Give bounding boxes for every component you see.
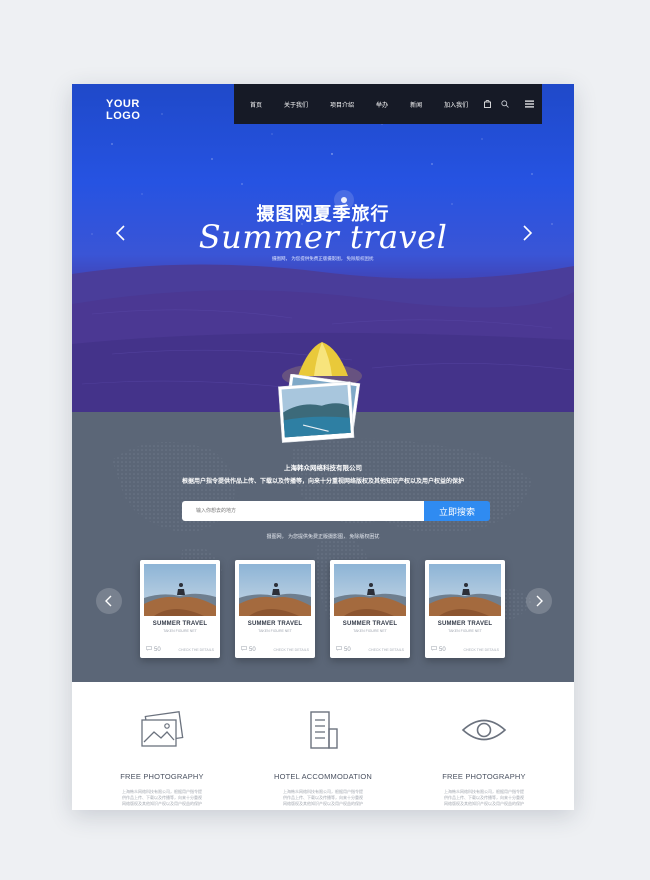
comment-icon [336, 646, 342, 653]
card-subtitle: TAKEN FIGURE NET [448, 629, 482, 633]
feature-title: FREE PHOTOGRAPHY [120, 772, 204, 781]
photo-stack-image [278, 374, 361, 443]
chevron-left-icon[interactable] [114, 224, 128, 242]
travel-card[interactable]: SUMMER TRAVEL TAKEN FIGURE NET 50 CHECK THE… [235, 560, 315, 658]
card-title: SUMMER TRAVEL [152, 621, 208, 627]
card-details-link[interactable]: CHECK THE DETAILS [274, 648, 309, 652]
top-navbar: 首页 关于我们 项目介绍 举办 新闻 加入我们 [234, 84, 542, 124]
card-subtitle: TAKEN FIGURE NET [163, 629, 197, 633]
company-name: 上海韩众网络科技有限公司 [284, 465, 362, 472]
nav-home[interactable]: 首页 [250, 100, 262, 109]
card-count-value: 50 [249, 646, 256, 653]
feature-title: FREE PHOTOGRAPHY [442, 772, 526, 781]
card-details-link[interactable]: CHECK THE DETAILS [464, 648, 499, 652]
feature-free-photography-2: FREE PHOTOGRAPHY 上海韩众网络科技有限公司，根据用户指令提供作品… [414, 708, 554, 807]
photo-icon [92, 708, 232, 752]
hero-subtitle: 摄图网， 为您提供免费正版摄影图， 免除版权困扰 [272, 256, 374, 261]
bag-icon[interactable] [482, 99, 492, 109]
card-photo[interactable] [144, 564, 216, 616]
search-icon[interactable] [500, 99, 510, 109]
menu-icon[interactable] [524, 99, 534, 109]
card-details-link[interactable]: CHECK THE DETAILS [179, 648, 214, 652]
card-title: SUMMER TRAVEL [437, 621, 493, 627]
card-count-value: 50 [439, 646, 446, 653]
card-title: SUMMER TRAVEL [247, 621, 303, 627]
card-subtitle: TAKEN FIGURE NET [258, 629, 292, 633]
web-page: YOUR LOGO 首页 关于我们 项目介绍 举办 新闻 加入我们 摄图网夏季旅… [72, 84, 574, 810]
card-count-value: 50 [154, 646, 161, 653]
comment-icon [431, 646, 437, 653]
search-button[interactable]: 立即搜索 [424, 501, 490, 521]
card-title: SUMMER TRAVEL [342, 621, 398, 627]
feature-title: HOTEL ACCOMMODATION [274, 772, 372, 781]
card-comment-count: 50 [146, 646, 161, 653]
site-logo[interactable]: YOUR LOGO [106, 98, 140, 122]
chevron-right-icon[interactable] [520, 224, 534, 242]
feature-hotel-accommodation: HOTEL ACCOMMODATION 上海韩众网络科技有限公司，根据用户指令提… [253, 708, 393, 807]
card-details-link[interactable]: CHECK THE DETAILS [369, 648, 404, 652]
card-subtitle: TAKEN FIGURE NET [353, 629, 387, 633]
comment-icon [146, 646, 152, 653]
card-comment-count: 50 [431, 646, 446, 653]
card-count-value: 50 [344, 646, 351, 653]
card-comment-count: 50 [241, 646, 256, 653]
travel-card[interactable]: SUMMER TRAVEL TAKEN FIGURE NET 50 CHECK THE… [330, 560, 410, 658]
carousel-next-button[interactable] [526, 588, 552, 614]
building-icon [253, 708, 393, 752]
feature-text: 上海韩众网络科技有限公司，根据用户指令提供作品上传、下载以及传播等，向来十分重视… [283, 789, 363, 806]
nav-join[interactable]: 加入我们 [444, 100, 468, 109]
carousel-prev-button[interactable] [96, 588, 122, 614]
card-comment-count: 50 [336, 646, 351, 653]
search-input[interactable] [182, 501, 424, 521]
eye-icon [414, 708, 554, 752]
card-photo[interactable] [239, 564, 311, 616]
travel-card[interactable]: SUMMER TRAVEL TAKEN FIGURE NET 50 CHECK THE… [425, 560, 505, 658]
search-note: 摄图网， 为您提供免费正版摄影图， 免除版权困扰 [266, 534, 380, 540]
feature-free-photography: FREE PHOTOGRAPHY 上海韩众网络科技有限公司，根据用户指令提供作品… [92, 708, 232, 807]
nav-news[interactable]: 新闻 [410, 100, 422, 109]
nav-events[interactable]: 举办 [376, 100, 388, 109]
travel-card[interactable]: SUMMER TRAVEL TAKEN FIGURE NET 50 CHECK THE… [140, 560, 220, 658]
comment-icon [241, 646, 247, 653]
card-photo[interactable] [429, 564, 501, 616]
feature-text: 上海韩众网络科技有限公司，根据用户指令提供作品上传、下载以及传播等，向来十分重视… [444, 789, 524, 806]
nav-about[interactable]: 关于我们 [284, 100, 308, 109]
hero-banner: YOUR LOGO 首页 关于我们 项目介绍 举办 新闻 加入我们 摄图网夏季旅… [72, 84, 574, 412]
travel-cards: SUMMER TRAVEL TAKEN FIGURE NET 50 CHECK THE… [140, 560, 508, 660]
card-photo[interactable] [334, 564, 406, 616]
feature-text: 上海韩众网络科技有限公司，根据用户指令提供作品上传、下载以及传播等，向来十分重视… [122, 789, 202, 806]
company-description: 根据用户指令提供作品上传、下载以及传播等，向来十分重视网络版权及其他知识产权以及… [181, 479, 464, 485]
nav-projects[interactable]: 项目介绍 [330, 100, 354, 109]
hero-title-english: Summer travel [198, 218, 448, 256]
